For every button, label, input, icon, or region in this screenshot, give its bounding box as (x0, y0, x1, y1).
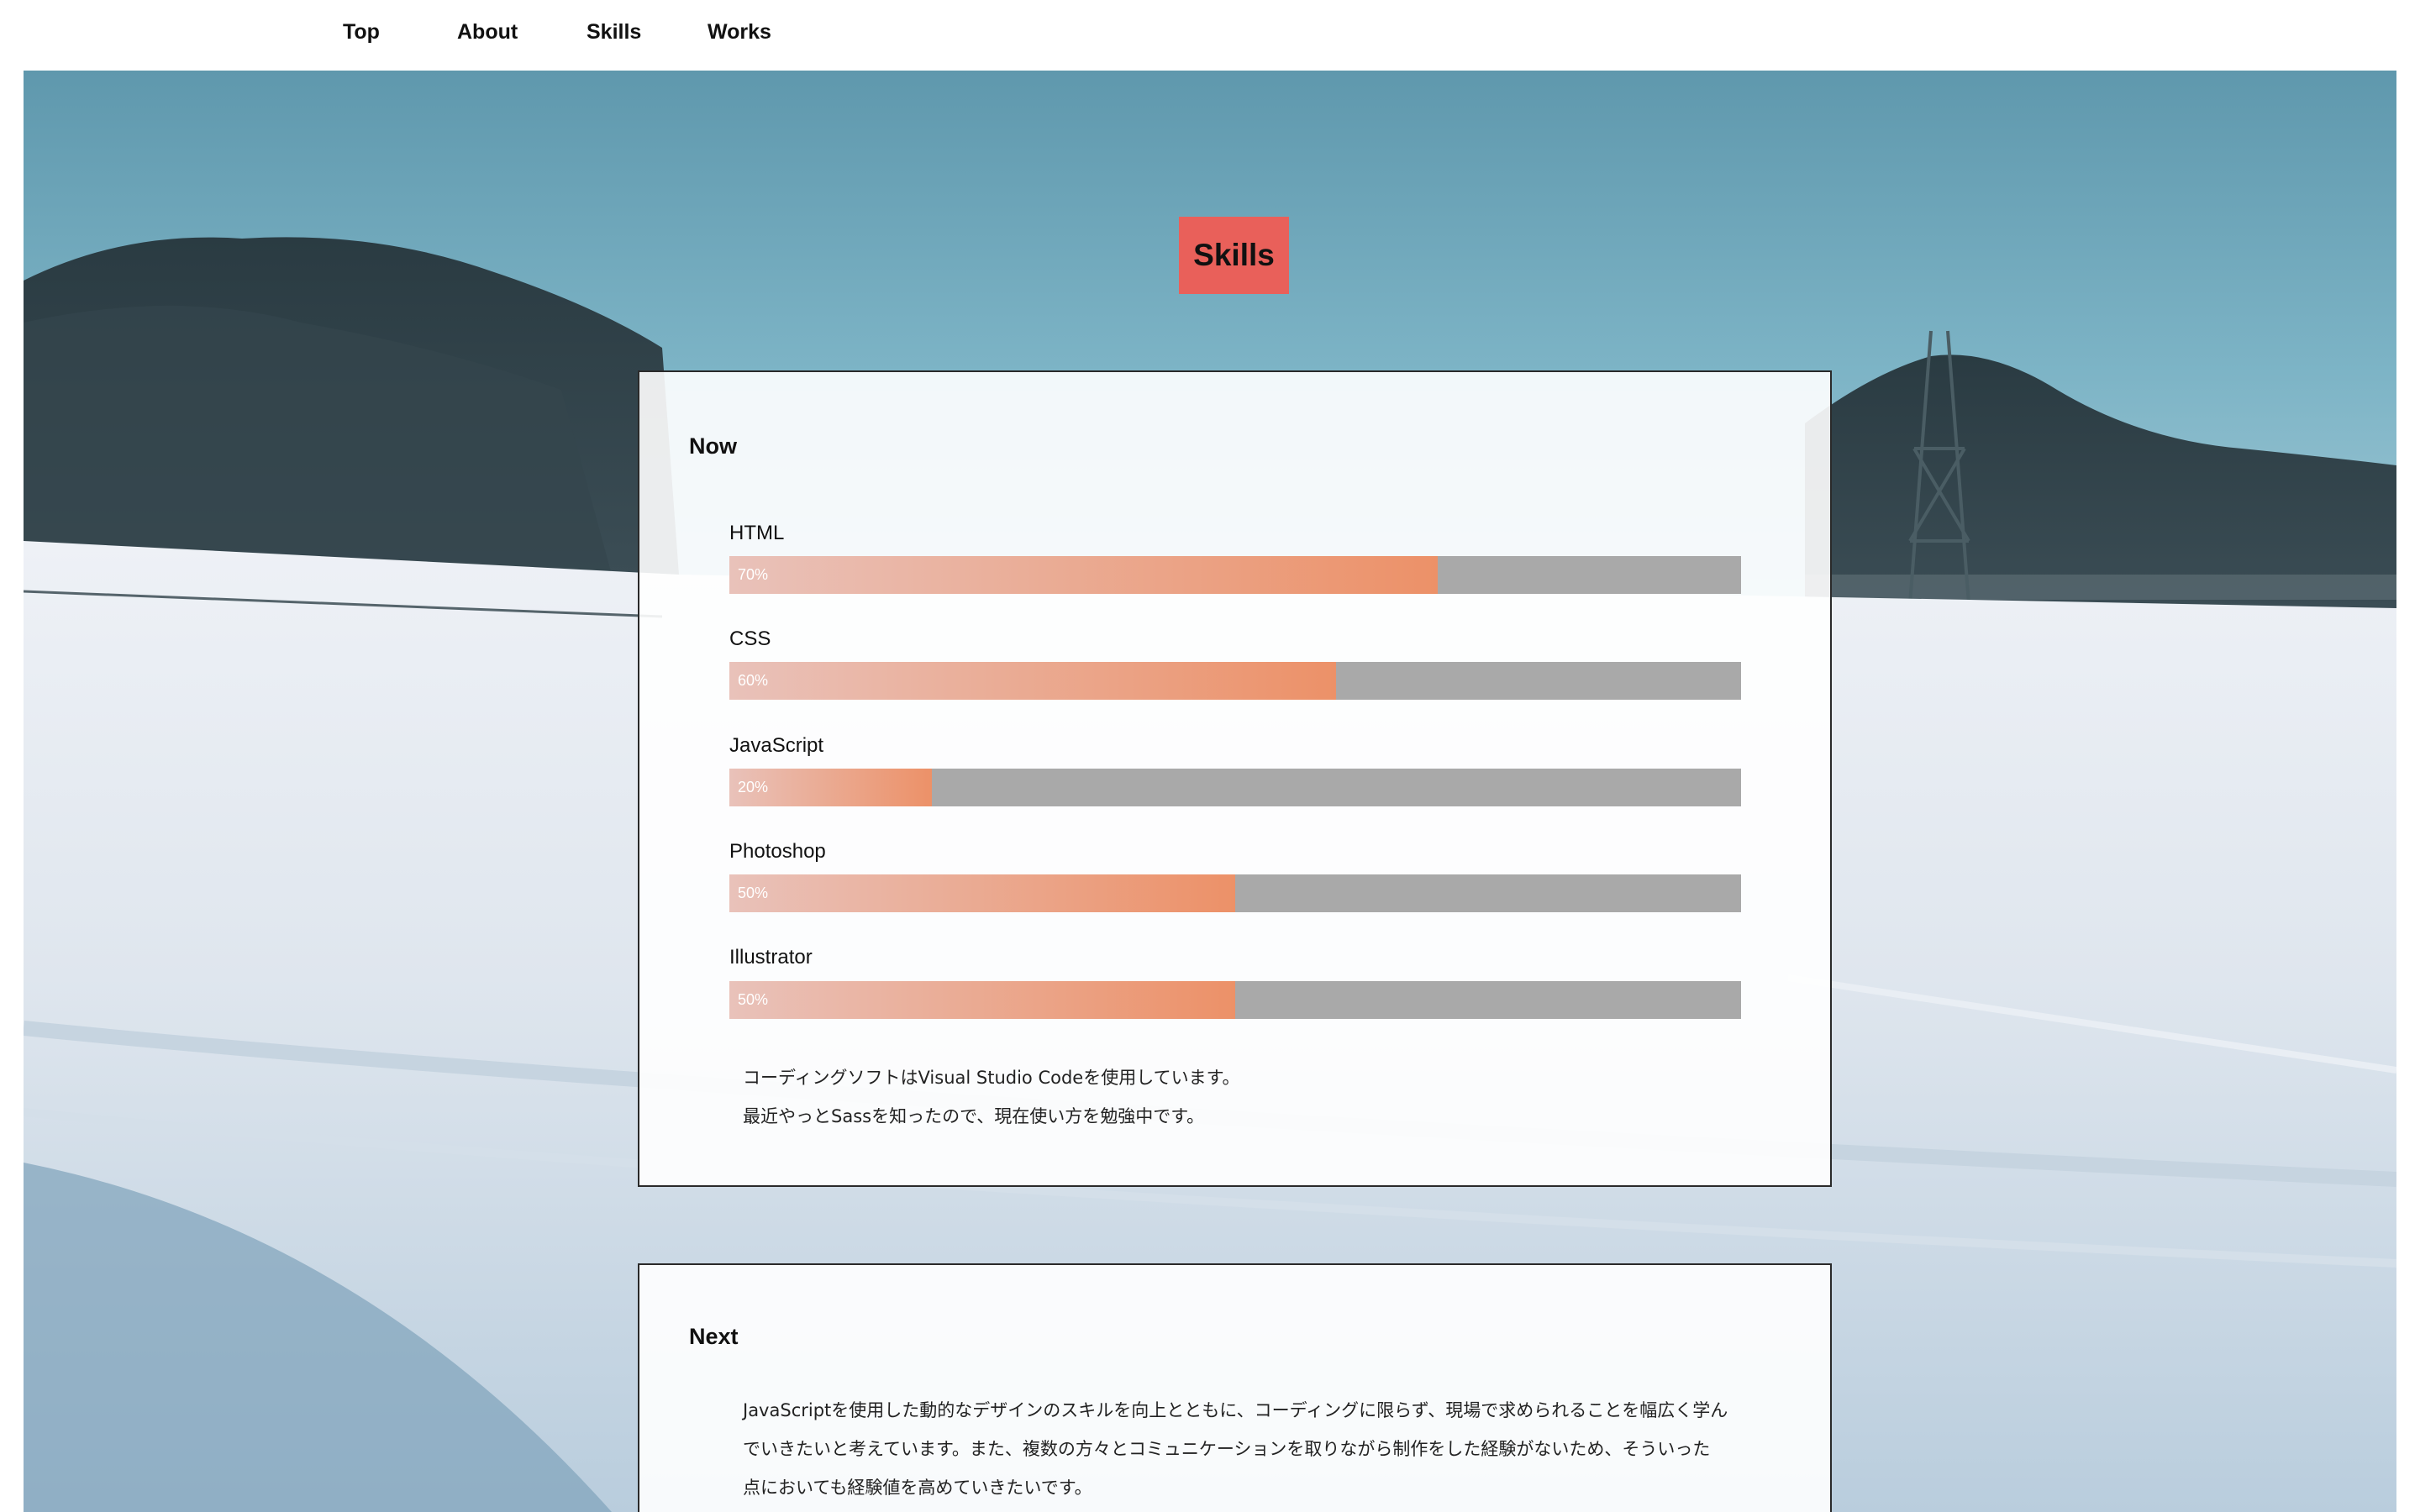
skills-section-title: Skills (1179, 217, 1289, 294)
skill-bar-illustrator: 50% (729, 981, 1741, 1019)
skill-label-illustrator: Illustrator (729, 946, 813, 969)
now-skills-card: Now HTML 70% CSS 60% JavaScript 20% Phot… (638, 370, 1832, 1187)
nav-link-skills[interactable]: Skills (587, 20, 641, 45)
next-goals-line: 点においても経験値を高めていきたいです。 (743, 1478, 1092, 1498)
next-goals-text: JavaScriptを使用した動的なデザインのスキルを向上とともに、コーディング… (743, 1391, 1734, 1507)
skill-bar-fill (729, 981, 1235, 1019)
skill-bar-fill (729, 662, 1337, 700)
next-goals-line: JavaScriptを使用した動的なデザインのスキルを向上とともに、コーディング… (743, 1400, 1728, 1420)
skill-percent-javascript: 20% (738, 779, 769, 795)
skill-bar-css: 60% (729, 662, 1741, 700)
skill-bar-fill (729, 874, 1235, 912)
now-note-sass: 最近やっとSassを知ったので、現在使い方を勉強中です。 (743, 1106, 1205, 1126)
skills-section: Skills Now HTML 70% CSS 60% JavaScript 2… (24, 71, 2396, 1512)
skill-bar-fill (729, 556, 1438, 594)
nav-link-top[interactable]: Top (343, 20, 380, 45)
skill-bar-photoshop: 50% (729, 874, 1741, 912)
skill-percent-html: 70% (738, 566, 769, 583)
skill-label-html: HTML (729, 522, 785, 544)
next-heading: Next (689, 1324, 739, 1349)
skill-percent-illustrator: 50% (738, 991, 769, 1008)
next-goals-card: Next JavaScriptを使用した動的なデザインのスキルを向上とともに、コ… (638, 1263, 1832, 1512)
top-nav: Top About Skills Works (0, 0, 2420, 71)
skill-percent-photoshop: 50% (738, 885, 769, 901)
skill-label-photoshop: Photoshop (729, 840, 826, 863)
nav-link-about[interactable]: About (457, 20, 518, 45)
nav-link-works[interactable]: Works (708, 20, 771, 45)
skill-label-javascript: JavaScript (729, 734, 824, 757)
skill-bar-html: 70% (729, 556, 1741, 594)
skill-label-css: CSS (729, 627, 771, 650)
skill-bar-javascript: 20% (729, 769, 1741, 806)
skill-percent-css: 60% (738, 672, 769, 689)
now-heading: Now (689, 433, 737, 459)
now-note-editor: コーディングソフトはVisual Studio Codeを使用しています。 (743, 1068, 1240, 1088)
next-goals-line: でいきたいと考えています。また、複数の方々とコミュニケーションを取りながら制作を… (743, 1439, 1711, 1459)
